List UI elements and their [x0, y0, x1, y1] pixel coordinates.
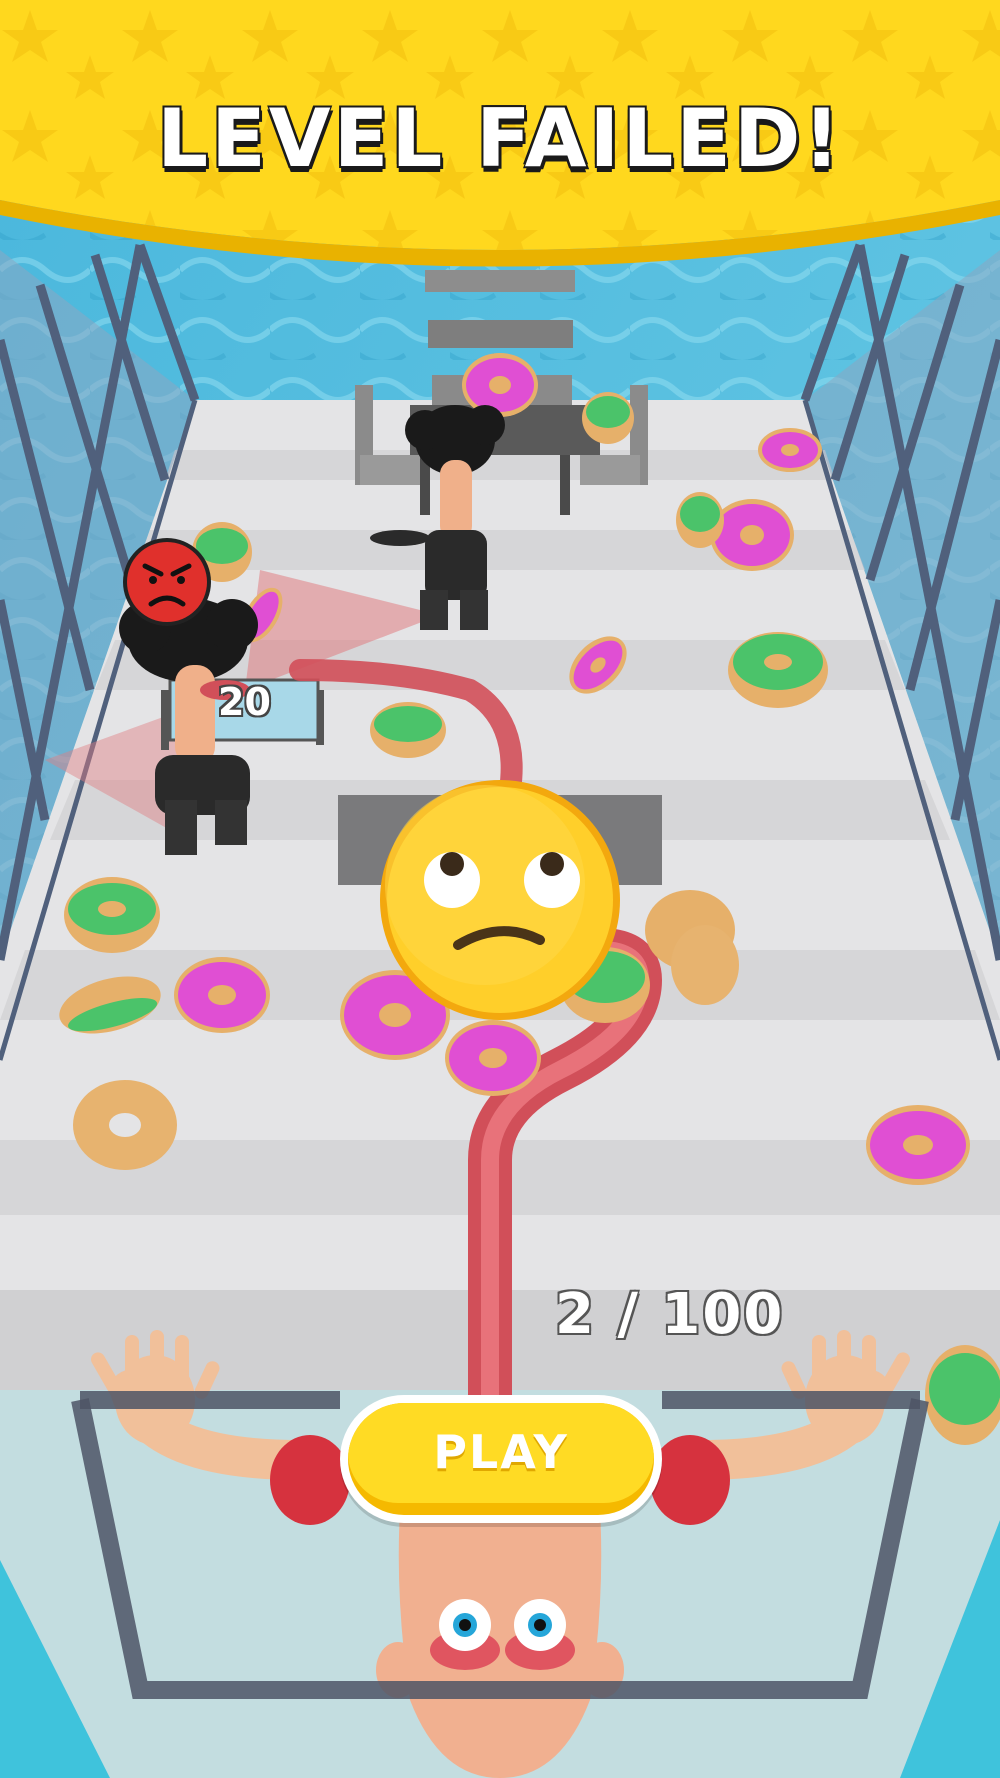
angry-emoji-icon: [123, 538, 211, 626]
eye-roll-emoji-icon: [380, 780, 620, 1020]
donut: [728, 632, 828, 708]
donut: [582, 392, 634, 444]
donut: [710, 499, 794, 571]
donut: [445, 1020, 541, 1096]
play-button-label: PLAY: [433, 1425, 569, 1479]
play-button[interactable]: PLAY: [340, 1395, 662, 1523]
donut: [370, 702, 446, 758]
donut: [462, 353, 538, 417]
donut: [671, 925, 739, 1005]
play-button-body: PLAY: [348, 1403, 654, 1515]
score-board-value: 20: [218, 680, 271, 724]
donut: [73, 1080, 177, 1170]
banner-title: LEVEL FAILED!: [157, 92, 843, 185]
donut: [676, 492, 724, 548]
donut: [866, 1105, 970, 1185]
level-failed-banner: LEVEL FAILED!: [0, 0, 1000, 270]
donut: [758, 428, 822, 472]
donut: [64, 877, 160, 953]
progress-counter: 2 / 100: [555, 1282, 785, 1347]
donut: [174, 957, 270, 1033]
